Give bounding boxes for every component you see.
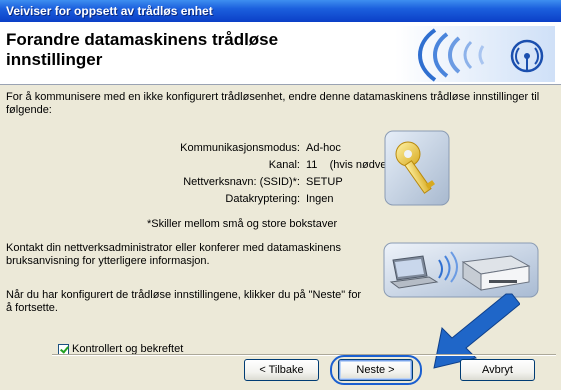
confirm-checkbox[interactable] bbox=[58, 343, 69, 355]
button-separator bbox=[52, 354, 556, 356]
setting-value: SETUP bbox=[306, 176, 343, 188]
next-button[interactable]: Neste > bbox=[338, 359, 413, 381]
setting-label: Nettverksnavn: (SSID)*: bbox=[183, 176, 300, 188]
page-title: Forandre datamaskinens trådløse innstill… bbox=[6, 30, 279, 69]
setting-label: Kanal: bbox=[268, 159, 300, 171]
case-note: *Skiller mellom små og store bokstaver bbox=[147, 218, 338, 230]
wizard-window: Veiviser for oppsett av trådløs enhet Fo… bbox=[0, 0, 561, 390]
setting-value: Ad-hoc bbox=[306, 142, 341, 154]
contact-text: Kontakt din nettverksadministrator eller… bbox=[6, 242, 342, 267]
key-icon bbox=[384, 130, 450, 206]
intro-text: For å kommunisere med en ikke konfigurer… bbox=[6, 91, 540, 116]
continue-text: Når du har konfigurert de trådløse innst… bbox=[6, 289, 362, 314]
setting-value: Ingen bbox=[306, 193, 334, 205]
wireless-banner-icon bbox=[395, 26, 555, 82]
setting-label: Datakryptering: bbox=[225, 193, 300, 205]
back-button[interactable]: < Tilbake bbox=[244, 359, 319, 381]
wizard-header: Forandre datamaskinens trådløse innstill… bbox=[0, 22, 561, 85]
cancel-button[interactable]: Avbryt bbox=[460, 359, 535, 381]
window-titlebar: Veiviser for oppsett av trådløs enhet bbox=[0, 0, 561, 22]
setting-label: Kommunikasjonsmodus: bbox=[180, 142, 300, 154]
